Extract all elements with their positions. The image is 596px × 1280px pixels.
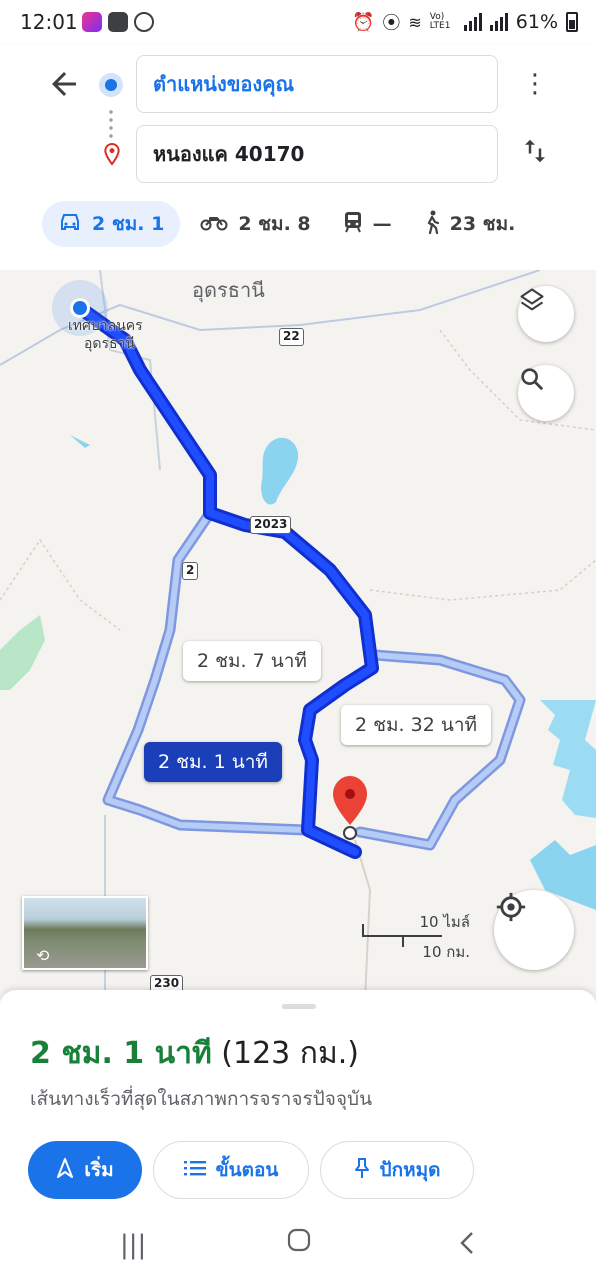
layers-button[interactable] [518, 286, 574, 342]
region-label: อุดรธานี [192, 278, 265, 302]
map-scale: 10 ไมล์ 10 กม. [360, 910, 470, 961]
route-label-alt-2[interactable]: 2 ชม. 32 นาที [341, 705, 492, 745]
route-label-alt-1[interactable]: 2 ชม. 7 นาที [183, 641, 321, 681]
mode-walking[interactable]: 23 ชม. [412, 201, 528, 247]
route-distance: (123 กม.) [221, 1036, 359, 1071]
steps-button-label: ขั้นตอน [215, 1159, 279, 1181]
start-button-label: เริ่ม [84, 1159, 114, 1181]
route-dots-icon [109, 108, 113, 138]
walk-icon [424, 210, 440, 239]
mode-transit[interactable]: — [331, 201, 404, 247]
network-label: Vo) LTE1 [429, 12, 451, 31]
status-time: 12:01 [20, 10, 78, 34]
mode-driving-time: 2 ชม. 1 [92, 213, 165, 235]
park-area [0, 615, 45, 690]
battery-percent: 61% [515, 11, 558, 33]
notification-icons [82, 12, 154, 32]
line-icon [134, 12, 154, 32]
swap-icon[interactable] [518, 136, 552, 170]
reservoir [261, 437, 299, 505]
route-label-best[interactable]: 2 ชม. 1 นาที [144, 742, 282, 782]
my-location-button[interactable] [494, 890, 574, 970]
alarm-icon: ⏰ [351, 11, 375, 33]
battery-icon [566, 12, 578, 32]
more-options-icon[interactable]: ⋮ [522, 69, 548, 99]
map-view[interactable]: อุดรธานี เทศบาลนคร อุดรธานี 22 2023 2 23… [0, 270, 596, 1000]
status-bar: 12:01 ⏰ ⦿ ≋ Vo) LTE1 61% [0, 0, 596, 44]
pin-button-label: ปักหมุด [379, 1159, 441, 1181]
pond [70, 435, 90, 448]
route-summary: 2 ชม. 1 นาที (123 กม.) [30, 1030, 359, 1077]
car-icon [58, 212, 82, 237]
boundary-1 [0, 538, 121, 631]
recent-apps-icon[interactable]: ||| [120, 1230, 146, 1260]
road-shield-2: 2 [182, 562, 199, 580]
gallery-icon [108, 12, 128, 32]
city-label-2: อุดรธานี [84, 336, 135, 352]
pin-button[interactable]: ปักหมุด [320, 1141, 474, 1199]
current-location-dot [73, 301, 87, 315]
list-icon [183, 1159, 206, 1182]
pushpin-icon [354, 1157, 370, 1184]
directions-header: ตำแหน่งของคุณ หนองแค 40170 ⋮ 2 ชม. 1 2 ช… [0, 44, 596, 270]
destination-pin-icon [104, 142, 120, 166]
wifi-icon: ≋ [408, 12, 422, 32]
transit-icon [343, 211, 363, 238]
mode-motorcycle-time: 2 ชม. 8 [238, 213, 311, 235]
location-icon: ⦿ [382, 13, 401, 34]
boundary-3 [369, 559, 596, 601]
street-view-thumbnail[interactable]: ⟲ [22, 896, 148, 970]
navigation-arrow-icon [56, 1157, 74, 1183]
destination-input[interactable]: หนองแค 40170 [136, 125, 498, 183]
signal-icon-2 [489, 13, 508, 31]
travel-modes: 2 ชม. 1 2 ชม. 8 — 23 ชม. [42, 201, 535, 247]
sheet-drag-handle[interactable] [282, 1004, 316, 1009]
road-shield-22: 22 [279, 328, 304, 346]
scale-km: 10 กม. [422, 943, 470, 961]
system-nav-bar: ||| [0, 1222, 596, 1280]
mode-driving[interactable]: 2 ชม. 1 [42, 201, 181, 247]
search-button[interactable] [518, 365, 574, 421]
mode-walking-time: 23 ชม. [449, 213, 516, 235]
road-north [99, 270, 161, 471]
signal-icon [463, 13, 482, 31]
mode-transit-time: — [372, 213, 392, 235]
steps-button[interactable]: ขั้นตอน [153, 1141, 309, 1199]
city-label-1: เทศบาลนคร [68, 318, 143, 334]
lazada-icon [82, 12, 102, 32]
mode-motorcycle[interactable]: 2 ชม. 8 [188, 201, 322, 247]
back-nav-icon[interactable] [458, 1230, 476, 1263]
route-subtitle: เส้นทางเร็วที่สุดในสภาพการจราจรปัจจุบัน [30, 1088, 373, 1110]
street-view-rotate-icon: ⟲ [36, 946, 50, 965]
start-button[interactable]: เริ่ม [28, 1141, 142, 1199]
motorcycle-icon [200, 212, 228, 236]
route-duration: 2 ชม. 1 นาที [30, 1036, 212, 1071]
origin-dot-icon [99, 73, 123, 97]
back-arrow-icon[interactable] [46, 66, 82, 102]
road-shield-2023: 2023 [250, 516, 292, 534]
scale-miles: 10 ไมล์ [419, 913, 470, 931]
origin-input[interactable]: ตำแหน่งของคุณ [136, 55, 498, 113]
status-right: ⏰ ⦿ ≋ Vo) LTE1 61% [352, 9, 578, 35]
home-icon[interactable] [287, 1228, 311, 1259]
